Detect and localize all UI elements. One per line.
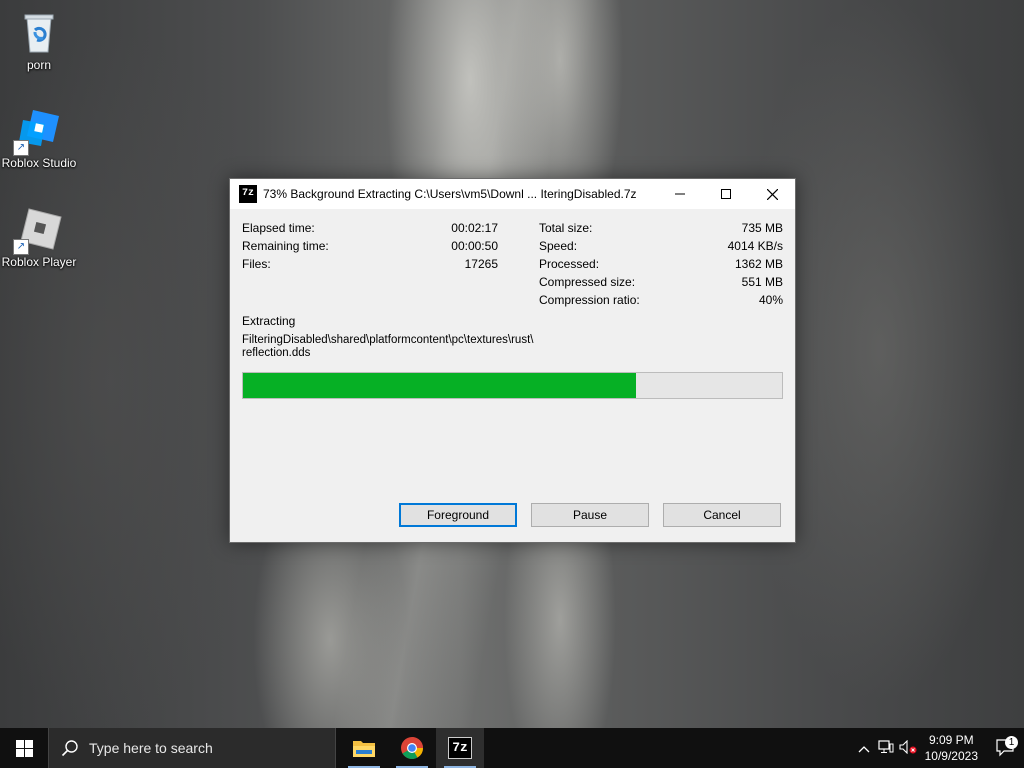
start-button[interactable] <box>0 728 48 768</box>
roblox-player-icon: ↗ <box>13 205 63 255</box>
maximize-button[interactable] <box>703 179 749 209</box>
system-tray: 9:09 PM 10/9/2023 1 <box>853 728 1024 768</box>
foreground-button[interactable]: Foreground <box>399 503 517 527</box>
current-file-path: FilteringDisabled\shared\platformcontent… <box>242 334 562 360</box>
stat-row: Remaining time: 00:00:50 Speed: 4014 KB/… <box>242 239 783 257</box>
total-size-label: Total size: <box>539 221 593 235</box>
search-icon <box>61 740 78 757</box>
clock-time: 9:09 PM <box>928 733 974 747</box>
current-action-label: Extracting <box>242 314 296 328</box>
maximize-icon <box>721 189 731 199</box>
shortcut-arrow-icon: ↗ <box>13 239 29 255</box>
current-file-path-line1: FilteringDisabled\shared\platformcontent… <box>242 334 534 346</box>
stat-row: Compression ratio: 40% <box>242 293 783 311</box>
elapsed-time-value: 00:02:17 <box>451 221 498 235</box>
pause-button[interactable]: Pause <box>531 503 649 527</box>
clock-date: 10/9/2023 <box>924 749 978 763</box>
windows-logo-icon <box>15 739 33 757</box>
processed-value: 1362 MB <box>734 257 783 271</box>
show-hidden-icons-chevron-icon[interactable] <box>853 741 875 756</box>
action-center-button[interactable]: 1 <box>988 736 1024 757</box>
desktop-icon-label: Roblox Player <box>1 255 77 269</box>
roblox-studio-icon: ↗ <box>13 106 63 156</box>
stats-panel: Elapsed time: 00:02:17 Total size: 735 M… <box>242 221 783 311</box>
dialog-titlebar[interactable]: 7z 73% Background Extracting C:\Users\vm… <box>230 179 795 209</box>
files-label: Files: <box>242 257 271 271</box>
minimize-icon <box>675 193 685 195</box>
processed-label: Processed: <box>539 257 600 271</box>
desktop-icon-label: porn <box>26 58 52 72</box>
desktop-icon-label: Roblox Studio <box>1 156 77 170</box>
volume-muted-icon[interactable] <box>897 739 919 757</box>
desktop-icon-roblox-studio[interactable]: ↗ Roblox Studio <box>1 106 77 170</box>
stat-row: Elapsed time: 00:02:17 Total size: 735 M… <box>242 221 783 239</box>
compression-ratio-value: 40% <box>758 293 783 307</box>
total-size-value: 735 MB <box>741 221 783 235</box>
cancel-button[interactable]: Cancel <box>663 503 781 527</box>
desktop-icon-recycle-bin[interactable]: porn <box>1 8 77 72</box>
extract-progress-bar <box>242 372 783 399</box>
dialog-title: 73% Background Extracting C:\Users\vm5\D… <box>263 187 637 201</box>
shortcut-arrow-icon: ↗ <box>13 140 29 156</box>
taskbar: Type here to search 7z 9:09 PM 10/9/2023… <box>0 728 1024 768</box>
file-explorer-icon <box>353 741 375 757</box>
stat-row: Files: 17265 Processed: 1362 MB <box>242 257 783 275</box>
extract-progress-dialog: 7z 73% Background Extracting C:\Users\vm… <box>229 178 796 543</box>
network-icon[interactable] <box>875 739 897 757</box>
compressed-size-value: 551 MB <box>741 275 783 289</box>
7zip-app-icon: 7z <box>239 185 257 203</box>
taskbar-clock[interactable]: 9:09 PM 10/9/2023 <box>925 732 978 764</box>
progress-bar-fill <box>243 373 637 398</box>
search-placeholder: Type here to search <box>89 740 213 756</box>
taskbar-file-explorer[interactable] <box>340 728 388 768</box>
desktop-icon-roblox-player[interactable]: ↗ Roblox Player <box>1 205 77 269</box>
elapsed-time-label: Elapsed time: <box>242 221 315 235</box>
files-value: 17265 <box>464 257 498 271</box>
chrome-icon <box>401 737 423 759</box>
compressed-size-label: Compressed size: <box>539 275 636 289</box>
stat-row: Compressed size: 551 MB <box>242 275 783 293</box>
close-icon <box>766 188 778 200</box>
current-file-path-line2: reflection.dds <box>242 347 311 359</box>
remaining-time-value: 00:00:50 <box>451 239 498 253</box>
speed-label: Speed: <box>539 239 578 253</box>
compression-ratio-label: Compression ratio: <box>539 293 640 307</box>
minimize-button[interactable] <box>657 179 703 209</box>
taskbar-chrome[interactable] <box>388 728 436 768</box>
7zip-icon: 7z <box>448 737 472 759</box>
notification-count-badge: 1 <box>1005 736 1018 749</box>
speed-value: 4014 KB/s <box>727 239 783 253</box>
recycle-bin-icon <box>15 8 63 56</box>
taskbar-7zip[interactable]: 7z <box>436 728 484 768</box>
taskbar-search-box[interactable]: Type here to search <box>48 728 336 768</box>
remaining-time-label: Remaining time: <box>242 239 329 253</box>
close-button[interactable] <box>749 179 795 209</box>
